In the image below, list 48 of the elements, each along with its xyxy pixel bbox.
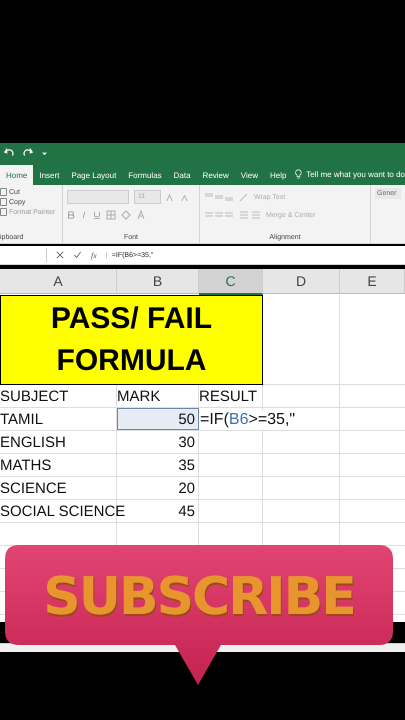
table-cell: SCIENCE — [0, 480, 67, 497]
undo-icon[interactable] — [4, 148, 14, 158]
bold-icon[interactable] — [67, 211, 75, 219]
check-icon[interactable] — [73, 251, 82, 259]
ribbon-tab[interactable]: Home — [0, 165, 34, 185]
column-header[interactable]: C — [199, 269, 263, 295]
table-cell[interactable]: 20 — [117, 477, 199, 500]
font-name-field[interactable] — [67, 190, 129, 204]
shrink-font-icon[interactable] — [180, 192, 189, 202]
tell-me-search[interactable]: Tell me what you want to do — [306, 170, 405, 185]
ribbon-tab[interactable]: Help — [264, 165, 292, 185]
ribbon-tab[interactable]: Page Layout — [65, 165, 122, 185]
cell-edit-text[interactable]: =IF(B6>=35," — [199, 410, 296, 428]
table-cell: SOCIAL SCIENCE — [0, 503, 126, 520]
orientation-icon[interactable] — [239, 192, 249, 202]
column-header[interactable]: B — [117, 269, 199, 294]
font-color-icon[interactable] — [136, 210, 146, 220]
ribbon-tab[interactable]: Data — [168, 165, 197, 185]
title-text: PASS/ FAIL — [50, 301, 212, 337]
grow-font-icon[interactable] — [166, 192, 175, 202]
borders-icon[interactable] — [106, 210, 116, 220]
redo-icon[interactable] — [22, 148, 34, 158]
column-header[interactable]: E — [340, 269, 405, 294]
table-cell: MATHS — [0, 457, 52, 474]
lightbulb-icon — [295, 168, 302, 180]
underline-icon[interactable] — [93, 211, 101, 219]
top-align-icon[interactable] — [204, 192, 234, 202]
table-cell[interactable]: 50 — [117, 408, 199, 430]
table-cell[interactable]: 35 — [117, 454, 199, 477]
italic-icon[interactable] — [80, 211, 88, 219]
ribbon-tab[interactable]: Formulas — [122, 165, 168, 185]
header-cell: SUBJECT — [0, 388, 68, 405]
customize-icon[interactable] — [42, 150, 47, 156]
ribbon-tab[interactable]: Review — [196, 165, 235, 185]
ribbon-tab[interactable]: View — [234, 165, 264, 185]
ribbon-tab[interactable]: Insert — [33, 165, 66, 185]
column-header[interactable]: D — [263, 269, 340, 294]
cancel-icon[interactable] — [56, 251, 64, 259]
insert-function-button[interactable]: fx — [91, 250, 97, 260]
title-text: FORMULA — [56, 343, 206, 379]
header-cell: RESULT — [199, 388, 258, 405]
column-header[interactable]: A — [0, 269, 117, 294]
fill-color-icon[interactable] — [121, 210, 131, 220]
table-cell: ENGLISH — [0, 434, 66, 451]
header-cell: MARK — [117, 388, 160, 405]
table-cell[interactable]: 30 — [117, 431, 199, 454]
table-cell: TAMIL — [0, 411, 44, 428]
indent-icon[interactable] — [239, 210, 261, 220]
